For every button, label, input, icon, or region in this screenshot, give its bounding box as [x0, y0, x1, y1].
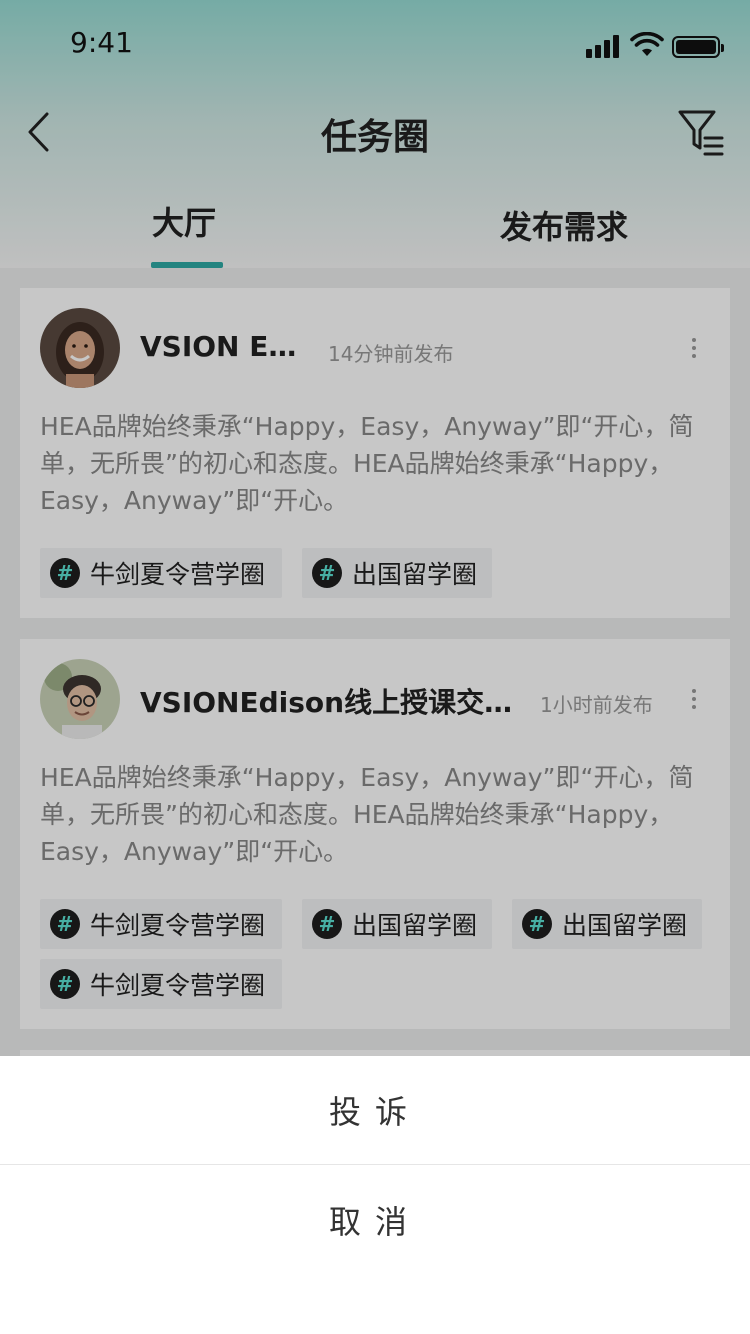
- action-sheet: 投诉 取消: [0, 1056, 750, 1334]
- report-button[interactable]: 投诉: [0, 1056, 750, 1164]
- modal-backdrop[interactable]: [0, 0, 750, 1056]
- app-root: 9:41 任务圈 大厅 发布需求 VSION Emily 14分钟前发布 HEA…: [0, 0, 750, 1334]
- divider: [0, 1164, 750, 1165]
- cancel-button[interactable]: 取消: [0, 1166, 750, 1274]
